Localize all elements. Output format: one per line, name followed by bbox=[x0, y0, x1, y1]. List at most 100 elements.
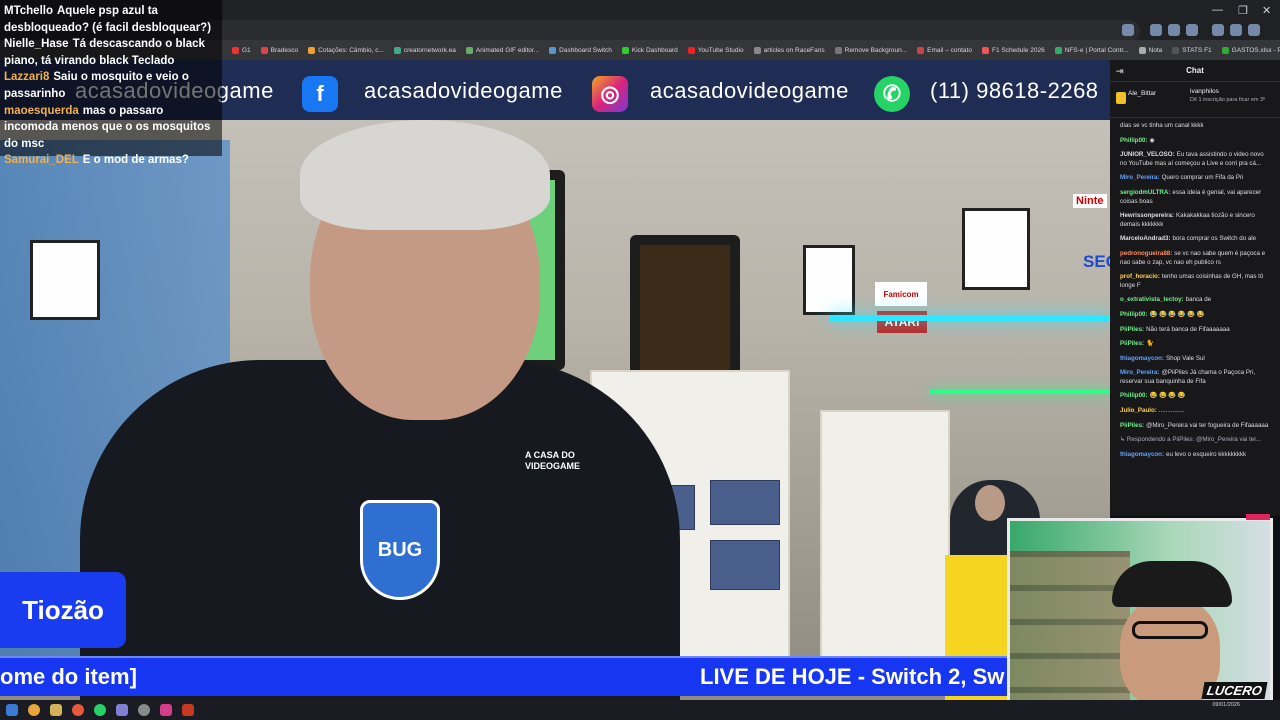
chat-username[interactable]: JUNIOR_VELOSO: bbox=[1120, 151, 1175, 158]
chat-username[interactable]: Phillip00: bbox=[1120, 392, 1148, 399]
profile-icon[interactable] bbox=[1248, 24, 1260, 36]
chat-message[interactable]: Phillip00: ◉ bbox=[1120, 137, 1272, 146]
close-icon[interactable]: ✕ bbox=[1262, 4, 1271, 17]
download-icon[interactable] bbox=[1212, 24, 1224, 36]
overlay-chat-line: Nielle_Hase Tá descascando o black piano,… bbox=[4, 36, 218, 69]
bookmark-item[interactable]: YouTube Studio bbox=[687, 46, 744, 54]
chat-message[interactable]: JUNIOR_VELOSO: Eu tava assistindo o video… bbox=[1120, 151, 1272, 168]
whatsapp-taskbar-icon[interactable] bbox=[94, 704, 106, 716]
bookmark-item[interactable]: STATS F1 bbox=[1172, 46, 1212, 54]
extension-icon[interactable] bbox=[1230, 24, 1242, 36]
chat-message[interactable]: PiiPiles: 🐈 bbox=[1120, 340, 1272, 349]
chat-message[interactable]: MarceloAndrad3: bora comprar os Switch do… bbox=[1120, 235, 1272, 244]
chat-username[interactable]: PiiPiles: bbox=[1120, 422, 1144, 429]
instagram-icon: ◎ bbox=[592, 76, 628, 112]
chat-scroll-indicator[interactable] bbox=[1246, 514, 1270, 520]
chat-message[interactable]: PiiPiles: Não terá banca de Fifaaaaaaa bbox=[1120, 326, 1272, 335]
chat-message[interactable]: Miro_Pereira: Quero comprar um Fifa da Pr… bbox=[1120, 174, 1272, 183]
chat-username[interactable]: Miro_Pereira: bbox=[1120, 369, 1160, 376]
bookmark-favicon-icon bbox=[1138, 46, 1146, 54]
bookmark-star-icon[interactable] bbox=[1122, 24, 1134, 36]
app-icon[interactable] bbox=[160, 704, 172, 716]
system-clock[interactable]: 09/01/2026 bbox=[1212, 702, 1240, 709]
bookmark-item[interactable]: GASTOS.xlsx - Planil... bbox=[1221, 46, 1280, 54]
bookmark-item[interactable]: Animated GIF editor... bbox=[465, 46, 540, 54]
collapse-chat-icon[interactable]: ⇥ bbox=[1116, 60, 1124, 82]
windows-start-icon[interactable] bbox=[6, 704, 18, 716]
bookmark-item[interactable]: Kick Dashboard bbox=[621, 46, 678, 54]
chat-username[interactable]: Hewrissonpereira: bbox=[1120, 212, 1174, 219]
chat-username[interactable]: PiiPiles: bbox=[1120, 326, 1144, 333]
bookmark-item[interactable]: Bradesco bbox=[260, 46, 298, 54]
chat-username[interactable]: prof_horacio: bbox=[1120, 273, 1160, 280]
app-icon[interactable] bbox=[72, 704, 84, 716]
extension-icon[interactable] bbox=[1186, 24, 1198, 36]
chat-message[interactable]: thiagomaycon: eu levo o esqueiro kkkkkkkk… bbox=[1120, 451, 1272, 460]
chat-message[interactable]: Hewrissonpereira: Kakakakkaa tiozão e sin… bbox=[1120, 212, 1272, 229]
app-icon[interactable] bbox=[116, 704, 128, 716]
bookmark-item[interactable]: Cotações: Câmbio, c... bbox=[308, 46, 384, 54]
bookmark-item[interactable]: Dashboard Switch bbox=[549, 46, 612, 54]
bookmark-item[interactable]: Email – contato bbox=[917, 46, 972, 54]
chat-username[interactable]: thiagomaycon: bbox=[1120, 451, 1164, 458]
host-hair bbox=[300, 120, 550, 230]
app-icon[interactable] bbox=[138, 704, 150, 716]
bookmark-item[interactable]: articles on RaceFans bbox=[753, 46, 825, 54]
chat-username[interactable]: Julio_Paulo: bbox=[1120, 407, 1157, 414]
chat-username[interactable]: MarceloAndrad3: bbox=[1120, 235, 1171, 242]
chat-message[interactable]: Miro_Pereira: @PiiPiles Já chama o Paçoca… bbox=[1120, 369, 1272, 386]
maximize-icon[interactable]: ❐ bbox=[1238, 4, 1248, 17]
chat-message[interactable]: o_extrativista_tectoy: banca de bbox=[1120, 296, 1272, 305]
chat-username[interactable]: thiagomaycon: bbox=[1120, 355, 1164, 362]
bookmark-item[interactable]: Remove Backgroun... bbox=[834, 46, 907, 54]
chat-username[interactable]: Miro_Pereira: bbox=[1120, 174, 1160, 181]
overlay-chat-text: E o mod de armas? bbox=[82, 154, 189, 167]
streamer-glasses bbox=[1132, 621, 1208, 639]
bookmark-item[interactable]: creatornetwork.ea bbox=[393, 46, 456, 54]
bookmark-label: Animated GIF editor... bbox=[475, 46, 540, 54]
chat-message[interactable]: pedronogueira88: se vc nao sabe quem é pa… bbox=[1120, 250, 1272, 267]
chrome-icon[interactable] bbox=[28, 704, 40, 716]
overlay-chat-line: Samurai_DEL E o mod de armas? bbox=[4, 152, 218, 169]
chat-username[interactable]: pedronogueira88: bbox=[1120, 250, 1172, 257]
bookmark-favicon-icon bbox=[621, 46, 629, 54]
chat-username[interactable]: o_extrativista_tectoy: bbox=[1120, 296, 1184, 303]
address-bar[interactable] bbox=[200, 20, 1140, 42]
chat-message[interactable]: PiiPiles: @Miro_Pereira vai ter fogueira … bbox=[1120, 422, 1272, 431]
chat-message[interactable]: Phillip00: 😂 😂 😂 😂 😂 😂 bbox=[1120, 311, 1272, 320]
folder-icon[interactable] bbox=[50, 704, 62, 716]
chat-username[interactable]: PiiPiles: bbox=[1120, 340, 1144, 347]
bookmark-item[interactable]: NFS-e | Portal Contr... bbox=[1054, 46, 1129, 54]
chat-message[interactable]: sergiodmULTRA: essa ideia é genial, vai a… bbox=[1120, 189, 1272, 206]
chat-message[interactable]: dias se vc tinha um canal kkkk bbox=[1120, 122, 1272, 131]
overlay-chat-user: Samurai_DEL bbox=[4, 154, 79, 167]
bookmark-item[interactable]: F1 Schedule 2026 bbox=[981, 46, 1045, 54]
channel-logo: LUCERO bbox=[1201, 682, 1268, 699]
chat-username[interactable]: Phillip00: bbox=[1120, 137, 1148, 144]
bookmark-favicon-icon bbox=[1172, 46, 1180, 54]
chat-username[interactable]: Phillip00: bbox=[1120, 311, 1148, 318]
chat-message[interactable]: Phillip00: 😂 😂 😂 😂 bbox=[1120, 392, 1272, 401]
bookmark-label: Email – contato bbox=[927, 46, 972, 54]
chat-username[interactable]: sergiodmULTRA: bbox=[1120, 189, 1170, 196]
minimize-icon[interactable]: — bbox=[1212, 4, 1223, 16]
sega-sign: SEG bbox=[1083, 252, 1110, 271]
webcam-shelf bbox=[1010, 551, 1130, 701]
bookmark-favicon-icon bbox=[232, 46, 239, 54]
banner-phone: (11) 98618-2268 bbox=[930, 78, 1099, 103]
bookmark-item[interactable]: G1 bbox=[232, 46, 251, 54]
tv-display bbox=[630, 235, 740, 385]
chat-text: @Miro_Pereira vai ter fogueira de Fifaaa… bbox=[1146, 421, 1269, 429]
wall-sign bbox=[30, 240, 100, 320]
chat-message[interactable]: prof_horacio: tenho umas coisinhas de GH,… bbox=[1120, 273, 1272, 290]
bookmark-label: creatornetwork.ea bbox=[403, 46, 456, 54]
chat-message[interactable]: Julio_Paulo:............... bbox=[1120, 407, 1272, 416]
chat-message[interactable]: thiagomaycon: Shop Vale Sul bbox=[1120, 355, 1272, 364]
pinned-banner[interactable]: Ale_Bittar ivanphilos Dê 1 inscrição par… bbox=[1110, 82, 1280, 118]
extension-icon[interactable] bbox=[1150, 24, 1162, 36]
overlay-chat-line: Lazzari8 Saiu o mosquito e veio o passari… bbox=[4, 69, 218, 102]
bookmark-item[interactable]: Nota bbox=[1138, 46, 1162, 54]
extension-icon[interactable] bbox=[1168, 24, 1180, 36]
chat-message[interactable]: ↳ Respondendo a PiiPiles: @Miro_Pereira … bbox=[1120, 436, 1272, 445]
app-icon[interactable] bbox=[182, 704, 194, 716]
